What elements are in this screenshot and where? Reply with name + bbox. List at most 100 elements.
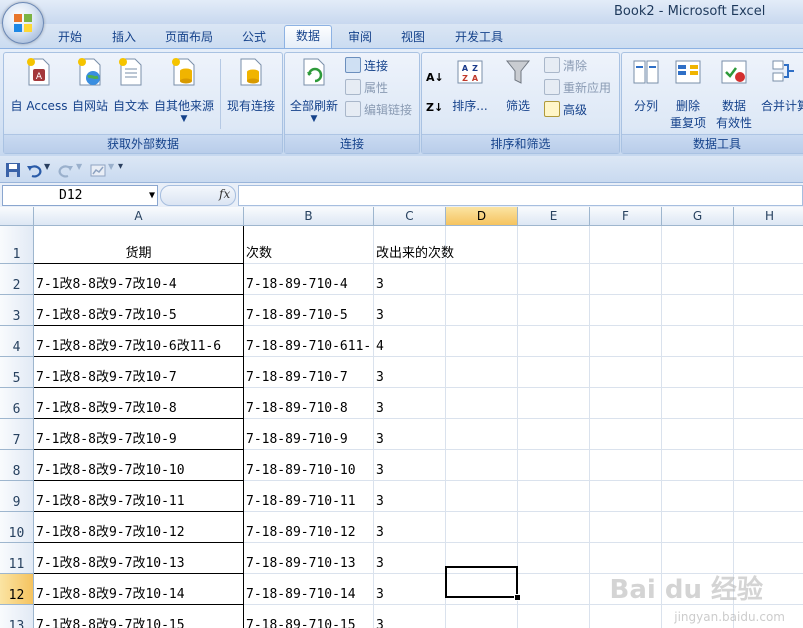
cell-g6[interactable] <box>662 388 734 419</box>
cell-f10[interactable] <box>590 512 662 543</box>
cell-g2[interactable] <box>662 264 734 295</box>
cell-e11[interactable] <box>518 543 590 574</box>
cell-c8[interactable]: 3 <box>374 450 446 481</box>
tab-data[interactable]: 数据 <box>284 25 332 49</box>
tab-developer[interactable]: 开发工具 <box>446 27 512 47</box>
cell-a3[interactable]: 7-1改8-8改9-7改10-5 <box>34 295 244 326</box>
cell-d3[interactable] <box>446 295 518 326</box>
name-box-dropdown-icon[interactable]: ▼ <box>149 186 155 205</box>
cell-b10[interactable]: 7-18-89-710-12 <box>244 512 374 543</box>
cell-h9[interactable] <box>734 481 803 512</box>
cell-b1[interactable]: 次数 <box>244 226 374 264</box>
cell-c5[interactable]: 3 <box>374 357 446 388</box>
cell-a12[interactable]: 7-1改8-8改9-7改10-14 <box>34 574 244 605</box>
column-header-c[interactable]: C <box>374 207 446 226</box>
column-header-f[interactable]: F <box>590 207 662 226</box>
cell-h6[interactable] <box>734 388 803 419</box>
cell-a10[interactable]: 7-1改8-8改9-7改10-12 <box>34 512 244 543</box>
cell-e2[interactable] <box>518 264 590 295</box>
fill-handle[interactable] <box>514 594 521 601</box>
cell-h5[interactable] <box>734 357 803 388</box>
cell-b2[interactable]: 7-18-89-710-4 <box>244 264 374 295</box>
cell-d4[interactable] <box>446 326 518 357</box>
formula-input[interactable] <box>238 185 803 206</box>
cell-e1[interactable] <box>518 226 590 264</box>
cell-h8[interactable] <box>734 450 803 481</box>
cell-a8[interactable]: 7-1改8-8改9-7改10-10 <box>34 450 244 481</box>
cell-a13[interactable]: 7-1改8-8改9-7改10-15 <box>34 605 244 628</box>
chart-wizard-icon[interactable] <box>90 162 106 178</box>
cell-e6[interactable] <box>518 388 590 419</box>
cell-b13[interactable]: 7-18-89-710-15 <box>244 605 374 628</box>
cell-g10[interactable] <box>662 512 734 543</box>
cell-a5[interactable]: 7-1改8-8改9-7改10-7 <box>34 357 244 388</box>
cell-h7[interactable] <box>734 419 803 450</box>
row-header-12[interactable]: 12 <box>0 574 34 605</box>
cell-e13[interactable] <box>518 605 590 628</box>
cell-h4[interactable] <box>734 326 803 357</box>
cell-g8[interactable] <box>662 450 734 481</box>
cell-b12[interactable]: 7-18-89-710-14 <box>244 574 374 605</box>
cell-d8[interactable] <box>446 450 518 481</box>
tab-review[interactable]: 审阅 <box>338 27 382 47</box>
cell-a4[interactable]: 7-1改8-8改9-7改10-6改11-6 <box>34 326 244 357</box>
cell-c4[interactable]: 4 <box>374 326 446 357</box>
cell-e3[interactable] <box>518 295 590 326</box>
cell-g7[interactable] <box>662 419 734 450</box>
cell-f6[interactable] <box>590 388 662 419</box>
active-cell-d12[interactable] <box>445 566 518 598</box>
cell-c11[interactable]: 3 <box>374 543 446 574</box>
save-icon[interactable] <box>5 162 21 178</box>
cell-f8[interactable] <box>590 450 662 481</box>
cell-a1[interactable]: 货期 <box>34 226 244 264</box>
cell-d2[interactable] <box>446 264 518 295</box>
cell-b7[interactable]: 7-18-89-710-9 <box>244 419 374 450</box>
cell-c7[interactable]: 3 <box>374 419 446 450</box>
tab-page-layout[interactable]: 页面布局 <box>156 27 222 47</box>
undo-dropdown-icon[interactable]: ▼ <box>44 162 50 171</box>
cell-a7[interactable]: 7-1改8-8改9-7改10-9 <box>34 419 244 450</box>
row-header-10[interactable]: 10 <box>0 512 34 543</box>
column-header-h[interactable]: H <box>734 207 803 226</box>
cell-c9[interactable]: 3 <box>374 481 446 512</box>
tab-formulas[interactable]: 公式 <box>232 27 276 47</box>
tab-insert[interactable]: 插入 <box>102 27 146 47</box>
row-header-8[interactable]: 8 <box>0 450 34 481</box>
column-header-b[interactable]: B <box>244 207 374 226</box>
row-header-1[interactable]: 1 <box>0 226 34 264</box>
cell-a11[interactable]: 7-1改8-8改9-7改10-13 <box>34 543 244 574</box>
redo-icon[interactable] <box>58 162 74 178</box>
name-box[interactable]: D12 ▼ <box>2 185 158 206</box>
cell-g9[interactable] <box>662 481 734 512</box>
office-button[interactable] <box>2 2 44 44</box>
row-header-13[interactable]: 13 <box>0 605 34 628</box>
advanced-filter-button[interactable]: 高级 <box>544 101 587 119</box>
tab-home[interactable]: 开始 <box>48 27 92 47</box>
cell-e9[interactable] <box>518 481 590 512</box>
row-header-7[interactable]: 7 <box>0 419 34 450</box>
row-header-9[interactable]: 9 <box>0 481 34 512</box>
cell-h3[interactable] <box>734 295 803 326</box>
clear-filter-button[interactable]: 清除 <box>544 57 587 75</box>
redo-dropdown-icon[interactable]: ▼ <box>76 162 82 171</box>
cell-f9[interactable] <box>590 481 662 512</box>
cell-f5[interactable] <box>590 357 662 388</box>
column-header-g[interactable]: G <box>662 207 734 226</box>
cell-b9[interactable]: 7-18-89-710-11 <box>244 481 374 512</box>
cell-h10[interactable] <box>734 512 803 543</box>
row-header-5[interactable]: 5 <box>0 357 34 388</box>
cell-b4[interactable]: 7-18-89-710-611- <box>244 326 374 357</box>
row-header-2[interactable]: 2 <box>0 264 34 295</box>
cell-d13[interactable] <box>446 605 518 628</box>
cell-c10[interactable]: 3 <box>374 512 446 543</box>
cell-f13[interactable] <box>590 605 662 628</box>
sort-ascending-button[interactable]: A↓ <box>426 69 444 87</box>
cell-e7[interactable] <box>518 419 590 450</box>
cell-d9[interactable] <box>446 481 518 512</box>
cell-b5[interactable]: 7-18-89-710-7 <box>244 357 374 388</box>
cell-g5[interactable] <box>662 357 734 388</box>
cell-a9[interactable]: 7-1改8-8改9-7改10-11 <box>34 481 244 512</box>
cell-d5[interactable] <box>446 357 518 388</box>
select-all-corner[interactable] <box>0 207 34 226</box>
cell-g1[interactable] <box>662 226 734 264</box>
